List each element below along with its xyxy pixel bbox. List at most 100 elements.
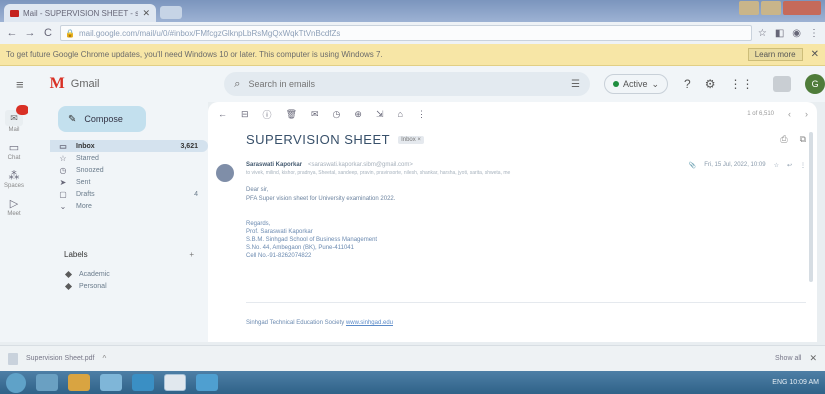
gmail-wordmark: Gmail xyxy=(70,78,100,90)
extensions-icon[interactable]: ◧ xyxy=(775,28,784,39)
forward-button[interactable]: → xyxy=(24,27,36,39)
download-options-icon[interactable]: ^ xyxy=(103,354,107,363)
update-infobar: To get future Google Chrome updates, you… xyxy=(0,44,825,66)
sidebar-item-more[interactable]: ⌄ More xyxy=(50,200,208,212)
workspace-logo[interactable] xyxy=(773,76,792,92)
more-options-icon[interactable]: ⋮ xyxy=(417,109,426,120)
account-avatar[interactable]: G xyxy=(805,74,825,94)
label-icon[interactable]: ⌂ xyxy=(398,109,403,119)
add-label-icon[interactable]: + xyxy=(189,250,194,259)
sidebar-item-sent[interactable]: ➤ Sent xyxy=(50,176,208,188)
compose-button[interactable]: ✎ Compose xyxy=(58,106,146,132)
footer-link[interactable]: www.sinhgad.edu xyxy=(346,320,393,326)
folder-count: 4 xyxy=(194,190,198,198)
send-icon: ➤ xyxy=(59,177,67,187)
open-in-new-window-icon[interactable]: ⧉ xyxy=(800,134,806,145)
sidebar-item-inbox[interactable]: ▭ Inbox 3,621 xyxy=(50,140,208,152)
sidebar-item-starred[interactable]: ☆ Starred xyxy=(50,152,208,164)
move-to-icon[interactable]: ⇲ xyxy=(376,109,384,120)
snooze-icon[interactable]: ◷ xyxy=(333,109,341,120)
taskbar-app-other[interactable] xyxy=(196,374,218,391)
rail-spaces[interactable]: ⁂ Spaces xyxy=(0,169,28,189)
download-item[interactable]: Supervision Sheet.pdf xyxy=(26,355,95,362)
sidebar-item-snoozed[interactable]: ◷ Snoozed xyxy=(50,164,208,176)
labels-title: Labels xyxy=(64,250,88,259)
gmail-header: ≡ M Gmail ⌕ ☰ Active ⌄ ? ⚙ ⋮⋮ G xyxy=(0,66,825,102)
taskbar-app-media[interactable] xyxy=(100,374,122,391)
back-button[interactable]: ← xyxy=(6,27,18,39)
labels-heading: Labels + xyxy=(64,250,194,259)
taskbar-app-window[interactable] xyxy=(164,374,186,391)
new-tab-button[interactable] xyxy=(160,6,182,19)
folder-label: Inbox xyxy=(76,142,95,150)
address-bar[interactable]: 🔒 mail.google.com/mail/u/0/#inbox/FMfcgz… xyxy=(60,25,752,41)
reload-button[interactable]: C xyxy=(42,27,54,39)
taskbar-app-chrome[interactable] xyxy=(132,374,154,391)
close-download-bar-icon[interactable]: ✕ xyxy=(809,353,817,364)
mark-unread-icon[interactable]: ✉ xyxy=(311,109,319,120)
search-input[interactable] xyxy=(248,79,563,89)
chevron-down-icon: ⌄ xyxy=(651,78,659,89)
star-icon[interactable]: ☆ xyxy=(774,162,779,169)
browser-menu-icon[interactable]: ⋮ xyxy=(809,28,819,39)
tab-close-icon[interactable]: ✕ xyxy=(142,8,150,19)
attachment-icon: 📎 xyxy=(688,162,697,169)
gmail-logo[interactable]: M Gmail xyxy=(50,75,159,93)
maximize-button[interactable] xyxy=(761,1,781,15)
infobar-close-icon[interactable]: ✕ xyxy=(811,49,819,60)
learn-more-button[interactable]: Learn more xyxy=(747,48,803,61)
folder-label: Snoozed xyxy=(76,166,104,174)
status-selector[interactable]: Active ⌄ xyxy=(603,74,668,94)
show-all-downloads-button[interactable]: Show all xyxy=(775,355,801,362)
email-scrollbar[interactable] xyxy=(809,132,813,282)
star-icon: ☆ xyxy=(59,153,67,163)
reply-icon[interactable]: ↩ xyxy=(787,162,792,169)
label-name: Academic xyxy=(79,270,110,278)
message-more-icon[interactable]: ⋮ xyxy=(800,162,806,169)
sender-name[interactable]: Saraswati Kaporkar xyxy=(246,162,302,168)
add-task-icon[interactable]: ⊕ xyxy=(354,109,362,120)
start-button[interactable] xyxy=(6,372,26,393)
sidebar-item-drafts[interactable]: ▢ Drafts 4 xyxy=(50,188,208,200)
taskbar-app-folder[interactable] xyxy=(68,374,90,391)
rail-mail[interactable]: ✉ Mail xyxy=(0,105,29,133)
settings-icon[interactable]: ⚙ xyxy=(705,77,716,91)
pencil-icon: ✎ xyxy=(68,113,77,125)
minimize-button[interactable] xyxy=(739,1,759,15)
message-date: Fri, 15 Jul, 2022, 10:09 xyxy=(704,162,766,168)
apps-grid-icon[interactable]: ⋮⋮ xyxy=(729,77,753,91)
status-label: Active xyxy=(622,79,648,89)
help-icon[interactable]: ? xyxy=(684,77,691,91)
delete-icon[interactable]: 🗑 xyxy=(286,109,297,120)
sidebar-item-label-academic[interactable]: Academic xyxy=(64,268,206,280)
sidebar-item-label-personal[interactable]: Personal xyxy=(64,280,206,292)
search-options-icon[interactable]: ☰ xyxy=(571,79,580,90)
search-icon[interactable]: ⌕ xyxy=(234,78,240,91)
label-list: Academic Personal xyxy=(64,268,206,292)
bookmark-star-icon[interactable]: ☆ xyxy=(758,28,767,39)
back-to-inbox-icon[interactable]: ← xyxy=(218,109,227,119)
recipients-line[interactable]: to vivek, milind, kishor, pradnya, Sheet… xyxy=(246,170,666,178)
older-email-button[interactable]: › xyxy=(805,109,808,119)
profile-icon[interactable]: ◉ xyxy=(792,28,801,39)
folder-count: 3,621 xyxy=(180,142,198,150)
chevron-down-icon: ⌄ xyxy=(59,201,67,211)
sender-avatar xyxy=(216,164,234,182)
rail-chat[interactable]: ▭ Chat xyxy=(0,141,28,161)
footer-text: Sinhgad Technical Education Society xyxy=(246,320,345,326)
inbox-label-chip[interactable]: Inbox × xyxy=(398,135,424,144)
rail-meet[interactable]: ▷ Meet xyxy=(0,197,28,217)
email-signature: Regards, Prof. Saraswati Kaporkar S.B.M.… xyxy=(246,220,546,260)
tab-title: Mail - SUPERVISION SHEET - saraswati... xyxy=(23,8,139,18)
report-spam-icon[interactable]: ⓘ xyxy=(263,108,272,121)
archive-icon[interactable]: ⊟ xyxy=(241,109,249,120)
signature-regards: Regards, xyxy=(246,221,271,227)
window-close-button[interactable] xyxy=(783,1,821,15)
newer-email-button[interactable]: ‹ xyxy=(788,109,791,119)
print-icon[interactable]: ⎙ xyxy=(780,134,787,145)
taskbar-app-explorer[interactable] xyxy=(36,374,58,391)
system-tray[interactable]: ENG 10:09 AM xyxy=(772,379,819,386)
main-menu-icon[interactable]: ≡ xyxy=(16,77,42,92)
browser-tab[interactable]: Mail - SUPERVISION SHEET - saraswati... … xyxy=(4,4,156,22)
label-tag-icon xyxy=(64,282,73,290)
